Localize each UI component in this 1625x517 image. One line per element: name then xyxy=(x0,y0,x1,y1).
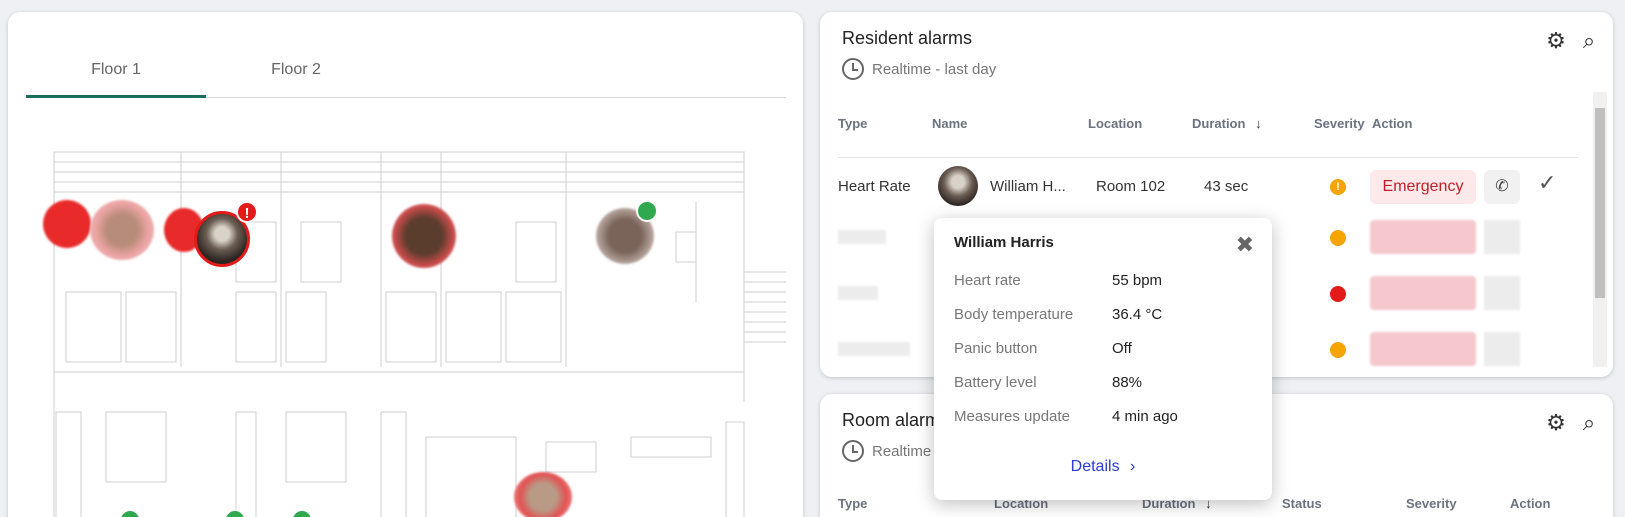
column-header-severity[interactable]: Severity xyxy=(1314,116,1365,131)
column-header-status[interactable]: Status xyxy=(1282,496,1322,511)
obscured-cell xyxy=(838,342,910,356)
search-icon[interactable]: ⌕ xyxy=(1576,410,1602,436)
obscured-emergency-button[interactable] xyxy=(1370,332,1476,366)
resident-avatar[interactable] xyxy=(938,166,978,206)
panic-button-label: Panic button xyxy=(954,340,1038,357)
timeframe-label: Realtime xyxy=(872,442,932,460)
header-divider xyxy=(838,157,1578,158)
battery-level-value: 88% xyxy=(1112,374,1143,391)
room-alarms-title: Room alarm xyxy=(842,410,941,430)
obscured-phone-button[interactable] xyxy=(1484,332,1520,366)
status-ok-icon xyxy=(636,200,658,222)
column-header-severity[interactable]: Severity xyxy=(1406,496,1457,511)
alarm-type: Heart Rate xyxy=(838,178,911,195)
obscured-phone-button[interactable] xyxy=(1484,220,1520,254)
obscured-cell xyxy=(838,286,878,300)
floor-map-card: Floor 1 Floor 2 ! xyxy=(8,12,803,517)
column-header-duration[interactable]: Duration ↓ xyxy=(1192,116,1262,131)
column-header-action: Action xyxy=(1510,496,1551,511)
body-temperature-value: 36.4 °C xyxy=(1112,306,1163,323)
battery-level-label: Battery level xyxy=(954,374,1037,391)
tab-floor-2[interactable]: Floor 2 xyxy=(206,42,386,98)
column-header-location[interactable]: Location xyxy=(1088,116,1142,131)
column-header-action: Action xyxy=(1372,116,1413,131)
heart-rate-label: Heart rate xyxy=(954,272,1021,289)
measures-update-value: 4 min ago xyxy=(1112,408,1178,425)
search-icon[interactable]: ⌕ xyxy=(1576,28,1602,54)
obscured-cell xyxy=(838,230,886,244)
phone-icon[interactable]: ✆ xyxy=(1484,170,1520,204)
resident-name[interactable]: William H... xyxy=(990,178,1066,195)
alert-badge-icon: ! xyxy=(236,201,258,223)
severity-warning-icon: ! xyxy=(1330,179,1346,195)
timeframe-label: Realtime - last day xyxy=(872,60,997,78)
column-header-type[interactable]: Type xyxy=(838,496,867,511)
duration-header-label: Duration xyxy=(1192,116,1246,131)
popover-resident-name: William Harris xyxy=(954,234,1054,251)
obscured-phone-button[interactable] xyxy=(1484,276,1520,310)
panic-button-value: Off xyxy=(1112,340,1132,357)
resident-marker[interactable] xyxy=(90,200,154,260)
column-header-type[interactable]: Type xyxy=(838,116,867,131)
clock-icon xyxy=(842,58,864,80)
measures-update-label: Measures update xyxy=(954,408,1070,425)
severity-icon xyxy=(1330,286,1346,302)
resident-marker[interactable] xyxy=(392,204,456,268)
tab-floor-1[interactable]: Floor 1 xyxy=(26,42,206,98)
column-header-name[interactable]: Name xyxy=(932,116,967,131)
alarm-duration: 43 sec xyxy=(1204,178,1249,195)
severity-icon xyxy=(1330,230,1346,246)
obscured-emergency-button[interactable] xyxy=(1370,220,1476,254)
scrollbar-thumb[interactable] xyxy=(1595,108,1605,298)
body-temperature-label: Body temperature xyxy=(954,306,1074,323)
check-icon[interactable]: ✓ xyxy=(1538,170,1556,196)
room-alarms-subtitle: Realtime xyxy=(842,440,931,462)
gear-icon[interactable]: ⚙ xyxy=(1543,28,1569,54)
gear-icon[interactable]: ⚙ xyxy=(1543,410,1569,436)
alarm-location: Room 102 xyxy=(1096,178,1166,195)
resident-marker[interactable] xyxy=(514,472,572,517)
clock-icon xyxy=(842,440,864,462)
scrollbar[interactable] xyxy=(1593,92,1607,367)
heart-rate-value: 55 bpm xyxy=(1112,272,1163,289)
details-link[interactable]: Details › xyxy=(934,458,1272,476)
details-label: Details xyxy=(1070,458,1120,475)
resident-details-popover: William Harris ✖ Heart rate 55 bpm Body … xyxy=(934,218,1272,500)
resident-marker[interactable] xyxy=(43,200,91,248)
close-icon[interactable]: ✖ xyxy=(1236,232,1254,258)
severity-icon xyxy=(1330,342,1346,358)
sort-arrow-down-icon: ↓ xyxy=(1255,116,1262,131)
resident-alarms-subtitle: Realtime - last day xyxy=(842,58,996,80)
resident-alarms-title: Resident alarms xyxy=(842,28,973,48)
obscured-emergency-button[interactable] xyxy=(1370,276,1476,310)
chevron-right-icon: › xyxy=(1130,458,1136,475)
floor-tabs: Floor 1 Floor 2 xyxy=(26,42,786,98)
emergency-button[interactable]: Emergency xyxy=(1370,170,1476,204)
floor-plan xyxy=(53,151,786,517)
